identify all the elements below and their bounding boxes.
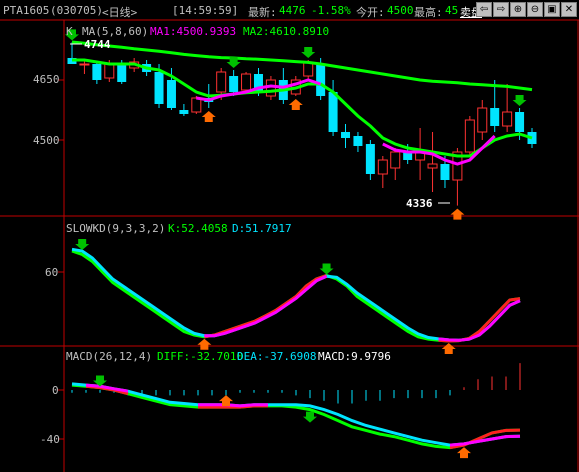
kd-buy-arrow <box>441 342 456 354</box>
macd-dea-value: DEA:-37.6908 <box>237 350 317 363</box>
candle <box>117 64 127 82</box>
candle <box>104 63 115 79</box>
macd-diff-value: DIFF:-32.7010 <box>157 350 244 363</box>
sell-signal-arrow <box>512 95 527 106</box>
kd-sell-arrow <box>75 239 90 250</box>
candle <box>92 64 102 80</box>
kd-d-rising-line <box>438 299 521 342</box>
macd-dea-rising-line <box>198 403 268 408</box>
kd-k-value: K:52.4058 <box>168 222 228 235</box>
candle <box>166 80 176 108</box>
candle <box>353 136 363 146</box>
candle <box>316 64 326 96</box>
buy-signal-arrow <box>201 111 216 122</box>
candle <box>377 159 388 175</box>
candle <box>390 151 401 169</box>
candle <box>477 107 488 133</box>
candle <box>229 76 239 92</box>
kd-name: SLOWKD(9,3,3,2) <box>66 222 166 235</box>
candle <box>241 73 252 91</box>
buy-signal-arrow <box>450 208 465 220</box>
high-marker: 4744 <box>84 38 111 51</box>
macd-y-tick-neg40: -40 <box>40 433 60 446</box>
candle <box>440 164 450 180</box>
kd-k-rising-line <box>204 274 327 339</box>
kline-ma-label: MA(5,8,60) <box>82 25 149 38</box>
ma2-value: MA2:4610.8910 <box>243 25 330 38</box>
candle <box>191 97 202 113</box>
kd-sell-arrow <box>319 263 334 275</box>
kline-k-label: K <box>66 25 73 38</box>
macd-sell-arrow <box>303 411 317 423</box>
candle <box>490 108 500 126</box>
candle <box>515 112 525 132</box>
macd-y-tick-0: 0 <box>52 384 59 397</box>
kd-y-tick-60: 60 <box>45 266 59 279</box>
candle <box>328 92 338 132</box>
candle <box>365 144 375 174</box>
candle <box>464 119 475 153</box>
candle <box>79 63 90 66</box>
buy-signal-arrow <box>288 99 303 110</box>
candle <box>154 72 164 104</box>
y-tick-4500: 4500 <box>33 134 60 147</box>
candle <box>216 71 227 93</box>
y-tick-4650: 4650 <box>33 73 60 86</box>
ma1-value: MA1:4500.9393 <box>150 25 237 38</box>
candle <box>341 132 351 138</box>
macd-name: MACD(26,12,4) <box>66 350 153 363</box>
macd-bar-value: MACD:9.9796 <box>318 350 391 363</box>
candle <box>502 111 513 127</box>
candle <box>179 110 189 114</box>
kd-d-value: D:51.7917 <box>232 222 292 235</box>
chart-canvas[interactable] <box>0 0 579 472</box>
sell-signal-arrow <box>301 47 316 58</box>
kd-buy-arrow <box>197 338 212 350</box>
macd-buy-arrow <box>457 447 471 459</box>
candle <box>427 163 438 169</box>
low-marker: 4336 <box>406 197 433 210</box>
ma-line-slow <box>72 58 533 158</box>
